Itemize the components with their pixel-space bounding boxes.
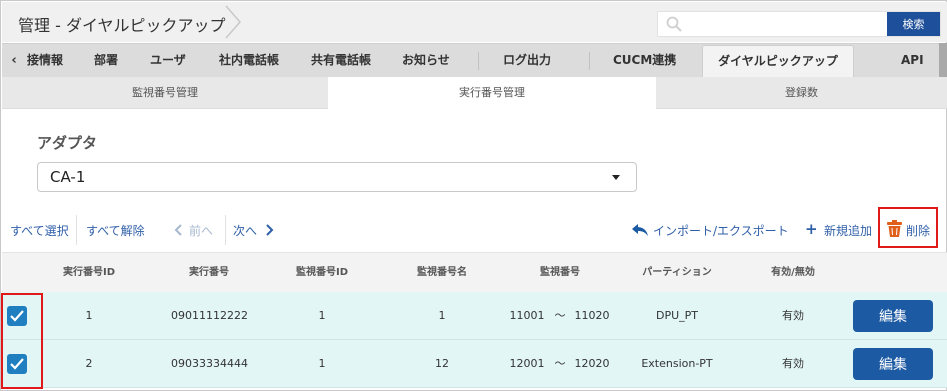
adapter-selected-value: CA-1 [50,168,86,186]
chevron-right-icon [266,224,274,236]
cell-monitor-number-from: 11001 [509,309,545,322]
page-title: 管理 - ダイヤルピックアップ [18,16,226,35]
tab-notices[interactable]: お知らせ [402,44,450,77]
cell-exec-id: 2 [85,357,93,370]
column-header: 監視番号名 [417,267,467,278]
prev-page-button[interactable]: 前へ [189,222,213,239]
main-tabs: ‹ 接情報 部署 ユーザ 社内電話帳 共有電話帳 お知らせ ログ出力 CUCM連… [2,43,947,78]
search-input[interactable] [688,14,883,34]
subtab-registration-count[interactable]: 登録数 [656,77,947,109]
tab-api[interactable]: API [901,44,924,77]
cell-enabled: 有効 [782,357,804,370]
cell-monitor-id: 1 [318,357,326,370]
tab-cucm[interactable]: CUCM連携 [613,44,676,77]
cell-enabled: 有効 [782,309,804,322]
tab-log-output[interactable]: ログ出力 [503,44,551,77]
adapter-select[interactable]: CA-1 [37,162,637,192]
edit-button[interactable]: 編集 [853,300,933,332]
tab-departments[interactable]: 部署 [94,44,118,77]
import-export-icon [632,224,648,236]
chevron-left-icon [174,224,182,236]
search-icon [666,16,682,32]
caret-down-icon [612,175,620,180]
sub-tabs: 監視番号管理 実行番号管理 登録数 [2,77,947,109]
edit-button[interactable]: 編集 [853,348,933,380]
column-header: パーティション [642,267,712,278]
table-header: 実行番号ID 実行番号 監視番号ID 監視番号名 監視番号 パーティション 有効… [2,252,947,292]
plus-icon: + [805,220,818,238]
toolbar-divider [225,215,226,245]
cell-monitor-number-from: 12001 [509,357,545,370]
header-bar: 管理 - ダイヤルピックアップ 検索 [2,2,947,42]
column-header: 監視番号ID [295,267,349,278]
subtab-exec-numbers[interactable]: 実行番号管理 [328,77,656,109]
search-box: 検索 [657,11,941,37]
checkbox-highlight-box [1,293,43,389]
cell-range-tilde: ～ [554,357,566,370]
tab-users[interactable]: ユーザ [150,44,186,77]
cell-monitor-id: 1 [318,309,326,322]
search-button[interactable]: 検索 [887,12,940,36]
next-page-button[interactable]: 次へ [233,222,257,239]
cell-partition: DPU_PT [655,309,698,322]
adapter-label: アダプタ [37,134,98,152]
app-frame: 管理 - ダイヤルピックアップ 検索 ‹ 接情報 部署 ユーザ 社内電話帳 共有… [0,0,947,391]
breadcrumb-chevron-icon [225,5,241,39]
table-row: 1 09011112222 1 1 11001 ～ 11020 DPU_PT 有… [2,292,947,340]
subtab-monitor-numbers[interactable]: 監視番号管理 [2,77,328,109]
column-header: 実行番号 [189,267,229,278]
tabs-scrollbar[interactable] [939,43,947,77]
cell-range-tilde: ～ [554,309,566,322]
delete-highlight-box [878,207,938,248]
tab-dial-pickup[interactable]: ダイヤルピックアップ [702,45,854,78]
cell-monitor-number-to: 11020 [574,309,610,322]
deselect-all-link[interactable]: すべて解除 [86,222,145,239]
cell-exec-number: 09011112222 [171,309,248,322]
add-new-button[interactable]: 新規追加 [824,222,872,239]
select-all-link[interactable]: すべて選択 [10,222,69,239]
tab-internal-phonebook[interactable]: 社内電話帳 [219,44,279,77]
column-header: 監視番号 [540,267,580,278]
import-export-button[interactable]: インポート/エクスポート [653,222,789,239]
cell-monitor-number-to: 12020 [574,357,610,370]
cell-exec-id: 1 [85,309,93,322]
tab-divider [478,52,479,70]
tab-shared-phonebook[interactable]: 共有電話帳 [311,44,371,77]
tab-scroll-left-button[interactable]: ‹ [2,44,26,77]
column-header: 有効/無効 [771,267,815,278]
cell-exec-number: 09033334444 [171,357,248,370]
table-row: 2 09033334444 1 12 12001 ～ 12020 Extensi… [2,340,947,388]
tab-connection-info[interactable]: 接情報 [27,44,63,77]
tab-divider [589,52,590,70]
cell-partition: Extension-PT [641,357,713,370]
toolbar-divider [76,215,77,245]
cell-monitor-name: 12 [435,357,449,370]
column-header: 実行番号ID [62,267,116,278]
cell-monitor-name: 1 [438,309,446,322]
